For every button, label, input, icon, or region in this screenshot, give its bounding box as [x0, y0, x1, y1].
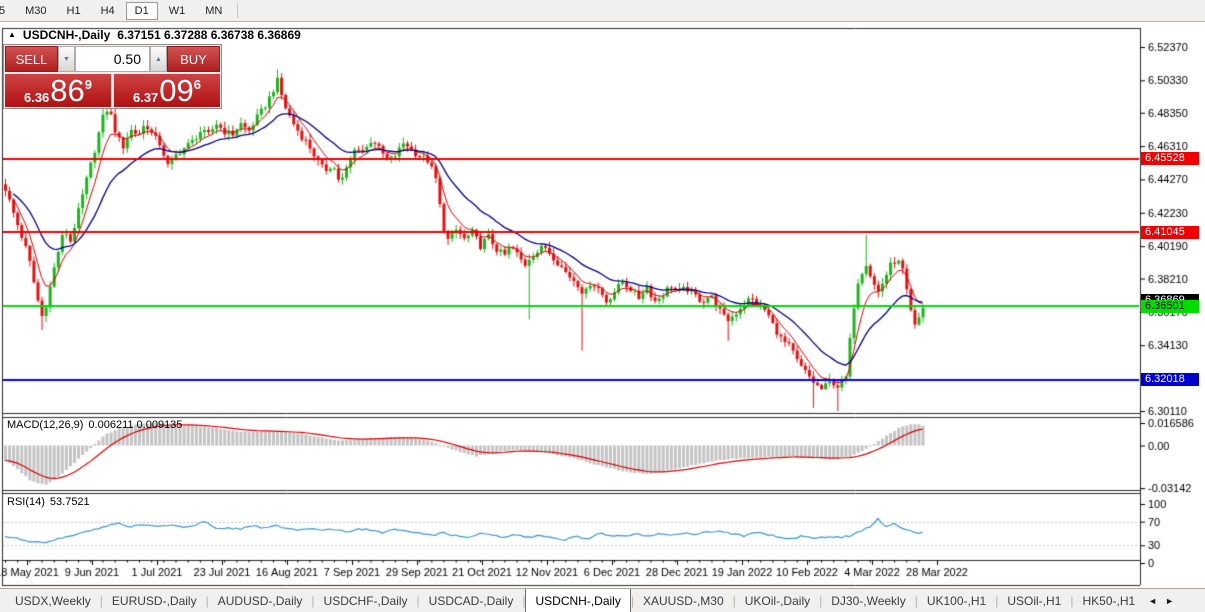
volume-decrease-button[interactable]: ▼	[58, 46, 75, 72]
sell-button[interactable]: SELL	[5, 46, 58, 72]
symbol-tab-ukoil-daily[interactable]: UKOil-,Daily	[736, 589, 819, 612]
symbol-tab-eurusd-daily[interactable]: EURUSD-,Daily	[103, 589, 206, 612]
bid-price-whole: 6.36	[23, 90, 50, 105]
volume-input[interactable]: 0.50	[75, 46, 150, 72]
symbol-tab-usoil-h1[interactable]: USOil-,H1	[998, 589, 1070, 612]
one-click-trade-widget: SELL ▼ 0.50 ▲ BUY 6.36 86 9 6.37 09 6	[3, 44, 222, 109]
timeframe-button-h4[interactable]: H4	[92, 2, 124, 20]
chart-symbol-period: USDCNH-,Daily	[22, 28, 111, 42]
tab-scroll-left-button[interactable]: ◄	[1144, 589, 1161, 612]
hline-price-label: 6.41045	[1141, 225, 1199, 239]
symbol-tab-usdcnh-daily[interactable]: USDCNH-,Daily	[525, 589, 631, 612]
symbol-tab-audusd-daily[interactable]: AUDUSD-,Daily	[209, 589, 312, 612]
timeframe-button-mn[interactable]: MN	[196, 2, 231, 20]
hline-price-label: 6.32018	[1141, 373, 1199, 387]
chart-dropdown-arrow[interactable]: ▲	[8, 29, 16, 41]
symbol-tab-xauusd-m30[interactable]: XAUUSD-,M30	[634, 589, 733, 612]
chart-ohlc-values: 6.37151 6.37288 6.36738 6.36869	[117, 28, 301, 42]
arrow-down-icon: ▼	[63, 55, 70, 63]
ask-price-whole: 6.37	[132, 90, 159, 105]
bid-price-pipette: 9	[84, 77, 93, 92]
symbol-tab-hk50-h1[interactable]: HK50-,H1	[1073, 589, 1144, 612]
macd-title: MACD(12,26,9)	[7, 419, 84, 431]
buy-button[interactable]: BUY	[167, 46, 220, 72]
symbol-tabbar: USDX,Weekly | EURUSD-,Daily | AUDUSD-,Daily |…	[0, 588, 1205, 612]
timeframe-button-w1[interactable]: W1	[160, 2, 195, 20]
rsi-indicator-label: RSI(14) 53.7521	[7, 496, 90, 508]
tab-scroll-right-button[interactable]: ►	[1161, 589, 1178, 612]
timeframe-toolbar: 5 M30 H1 H4 D1 W1 MN	[0, 0, 1205, 22]
rsi-title: RSI(14)	[7, 496, 45, 508]
ask-price-pipette: 6	[193, 77, 202, 92]
symbol-tab-dj30-weekly[interactable]: DJ30-,Weekly	[822, 589, 914, 612]
symbol-tab-usdx-weekly[interactable]: USDX,Weekly	[6, 589, 100, 612]
timeframe-button-5[interactable]: 5	[0, 2, 14, 20]
bid-price-pips: 86	[50, 73, 85, 108]
rsi-value: 53.7521	[49, 496, 90, 508]
timeframe-button-h1[interactable]: H1	[58, 2, 90, 20]
symbol-tab-usdchf-daily[interactable]: USDCHF-,Daily	[315, 589, 417, 612]
sell-price-panel[interactable]: 6.36 86 9	[5, 74, 111, 107]
hline-price-label: 6.36501	[1141, 299, 1199, 313]
arrow-up-icon: ▲	[155, 55, 162, 63]
chart-title: ▲ USDCNH-,Daily 6.37151 6.37288 6.36738 …	[8, 28, 301, 42]
timeframe-button-m30[interactable]: M30	[16, 2, 55, 20]
symbol-tab-uk100-h1[interactable]: UK100-,H1	[918, 589, 995, 612]
toolbar-separator	[237, 3, 239, 18]
mt4-chart-window: 5 M30 H1 H4 D1 W1 MN ▲ USDCNH-,Daily 6.37151 6…	[0, 0, 1205, 612]
hline-price-label: 6.45528	[1141, 152, 1199, 166]
timeframe-button-d1[interactable]: D1	[125, 1, 158, 20]
macd-values: 0.006211 0.009135	[88, 419, 183, 431]
ask-price-pips: 09	[159, 73, 194, 108]
volume-increase-button[interactable]: ▲	[150, 46, 167, 72]
macd-indicator-label: MACD(12,26,9) 0.006211 0.009135	[7, 419, 182, 431]
symbol-tab-usdcad-daily[interactable]: USDCAD-,Daily	[420, 589, 523, 612]
buy-price-panel[interactable]: 6.37 09 6	[114, 74, 220, 107]
